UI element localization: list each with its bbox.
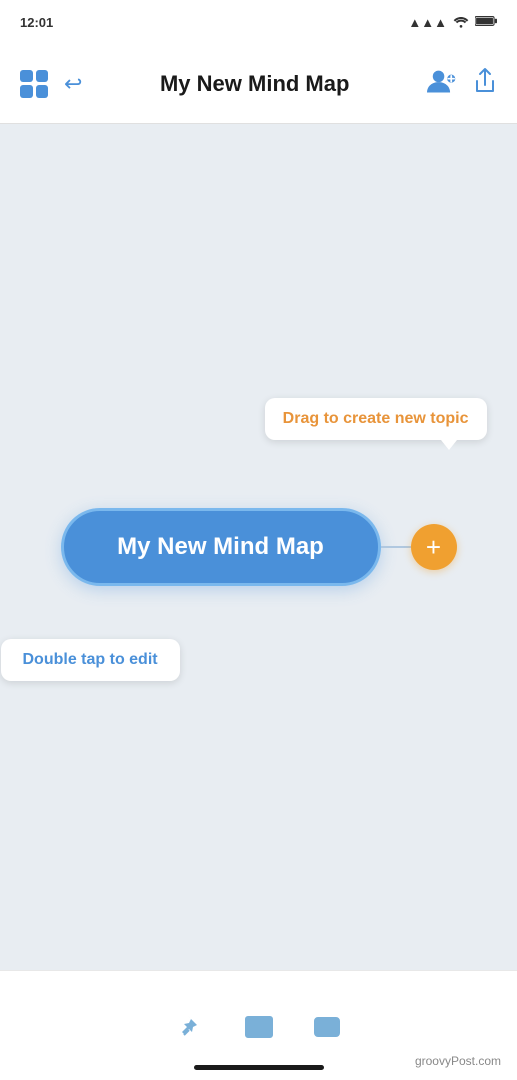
menu-icon[interactable] [313, 1013, 341, 1041]
watermark: groovyPost.com [415, 1054, 501, 1068]
edit-tooltip: Double tap to edit [1, 639, 180, 681]
status-bar: 12:01 ▲▲▲ [0, 0, 517, 44]
mind-map-area: Drag to create new topic My New Mind Map… [61, 508, 457, 586]
node-group: My New Mind Map + [61, 508, 457, 586]
share-icon[interactable] [473, 67, 497, 100]
header-left: ↩ [20, 70, 82, 98]
header-right [427, 67, 497, 101]
add-topic-button[interactable]: + [411, 524, 457, 570]
header-title: My New Mind Map [82, 71, 427, 97]
pin-icon[interactable] [177, 1013, 205, 1041]
grid-icon[interactable] [20, 70, 48, 98]
home-indicator [194, 1065, 324, 1070]
wifi-icon [453, 14, 469, 31]
main-node[interactable]: My New Mind Map [61, 508, 381, 586]
canvas: Drag to create new topic My New Mind Map… [0, 124, 517, 970]
add-person-icon[interactable] [427, 67, 457, 101]
connector-line [381, 546, 411, 548]
toolbar-icons [177, 971, 341, 1065]
undo-icon[interactable]: ↩ [64, 73, 82, 95]
status-time: 12:01 [20, 15, 53, 30]
battery-icon [475, 15, 497, 30]
drag-tooltip: Drag to create new topic [265, 398, 487, 440]
plus-icon: + [426, 534, 441, 560]
status-icons: ▲▲▲ [408, 14, 497, 31]
image-icon[interactable] [245, 1013, 273, 1041]
signal-icon: ▲▲▲ [408, 15, 447, 30]
header: ↩ My New Mind Map [0, 44, 517, 124]
main-node-text: My New Mind Map [117, 533, 324, 561]
toolbar: groovyPost.com [0, 970, 517, 1080]
